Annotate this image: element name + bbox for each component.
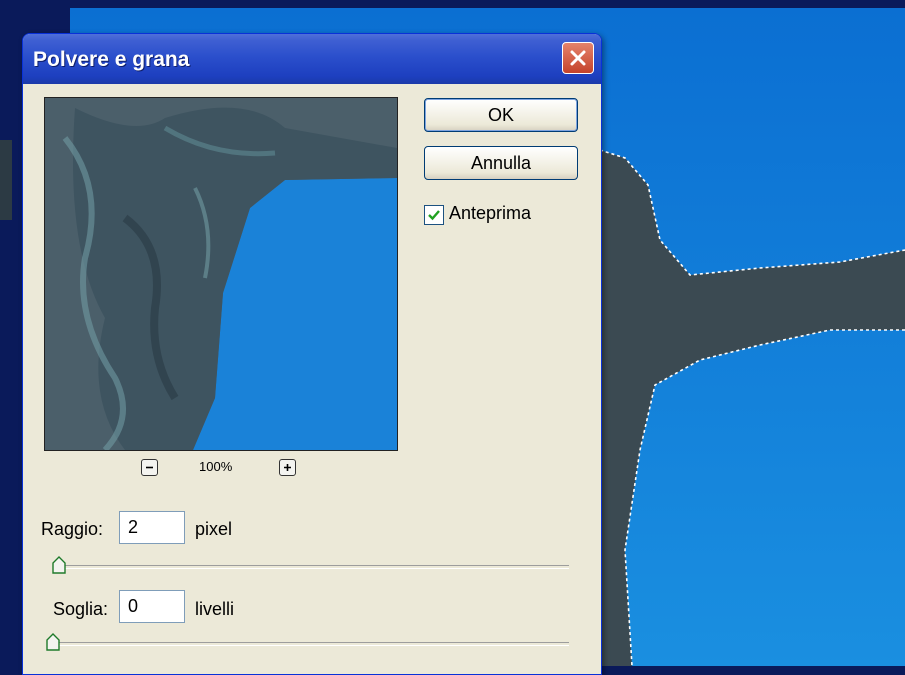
dust-and-scratches-dialog: Polvere e grana OK Annulla Anteprima 100… [22,33,602,675]
close-icon [570,50,586,66]
preview-image[interactable] [44,97,398,451]
zoom-level: 100% [199,459,233,474]
preview-checkbox-label[interactable]: Anteprima [449,203,531,224]
threshold-label: Soglia: [53,599,109,619]
radius-slider-track[interactable] [53,565,569,569]
zoom-out-icon [146,466,153,469]
radius-slider-thumb[interactable] [52,556,66,574]
zoom-out-button[interactable] [141,459,158,476]
zoom-in-button[interactable] [279,459,296,476]
radius-label: Raggio: [41,519,104,539]
cancel-button[interactable]: Annulla [424,146,578,180]
radius-unit: pixel [195,519,233,539]
dialog-title: Polvere e grana [33,48,190,71]
radius-input[interactable] [119,511,185,544]
preview-statue-image [45,98,397,450]
close-button[interactable] [562,42,594,74]
ok-button[interactable]: OK [424,98,578,132]
threshold-slider-track[interactable] [53,642,569,646]
preview-checkbox[interactable] [424,205,444,225]
zoom-in-icon [284,464,291,471]
threshold-slider-thumb[interactable] [46,633,60,651]
checkmark-icon [428,210,440,221]
threshold-unit: livelli [195,599,235,619]
dialog-titlebar[interactable]: Polvere e grana [23,34,601,84]
threshold-input[interactable] [119,590,185,623]
